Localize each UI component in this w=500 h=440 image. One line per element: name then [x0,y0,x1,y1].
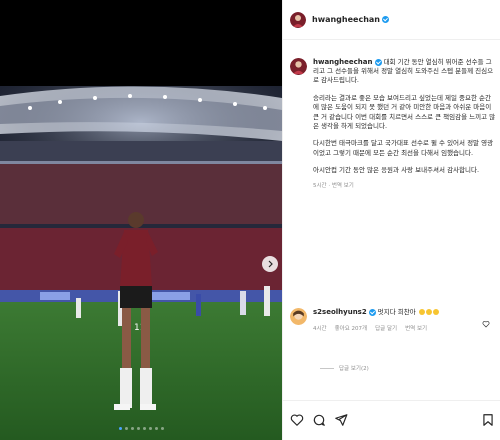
slide-dot [136,427,140,430]
verified-icon [374,58,382,66]
comment-time: 4시간 [313,326,327,332]
comment-icon[interactable] [312,413,326,427]
next-slide-button[interactable] [262,256,278,272]
slide-dot [118,427,122,430]
caption-paragraph-4: 아시안컵 기간 동안 많은 응원과 사랑 보내주셔서 감사합니다. [313,166,480,175]
post-header: hwangheechan [283,0,500,40]
slide-dot [160,427,164,430]
verified-icon [368,308,376,316]
view-replies-button[interactable]: 답글 보기(2) [320,364,369,372]
slide-dot [148,427,152,430]
clap-emoji-icon [432,309,439,315]
caption-paragraph-2: 승리라는 결과로 좋은 모습 보여드리고 싶었는데 제일 중요한 순간에 많은 … [313,94,496,130]
header-username[interactable]: hwangheechan [312,15,380,24]
comment-item: s2seolhyuns2 멋지다 희찬아 4시간 좋아요 207개 답글 달기 … [290,308,496,334]
slide-indicator [0,427,282,430]
caption-username[interactable]: hwangheechan [313,58,373,66]
comment-username[interactable]: s2seolhyuns2 [313,308,367,316]
clap-emoji-icon [425,309,432,315]
bookmark-icon[interactable] [481,413,495,427]
caption-paragraph-3: 다시한번 태극마크를 달고 국가대표 선수로 뛸 수 있어서 정말 영광이었고 … [313,139,494,157]
comment-text: 멋지다 희찬아 [377,308,416,316]
chevron-right-icon [268,260,273,268]
avatar[interactable] [290,308,307,325]
comment-likes[interactable]: 좋아요 207개 [335,325,368,334]
view-replies-label: 답글 보기(2) [339,366,369,372]
post-media: 11 [0,0,282,440]
reply-link[interactable]: 답글 달기 [375,325,397,334]
share-icon[interactable] [334,413,348,427]
slide-dot [130,427,134,430]
caption-meta: 5시간 · 번역 보기 [313,183,354,190]
avatar[interactable] [290,58,307,75]
post-side-panel: hwangheechan hwangheechan 대회 기간 동안 열심히 뛰… [282,0,500,440]
heart-icon[interactable] [482,320,490,328]
slide-dot [154,427,158,430]
heart-icon[interactable] [290,413,304,427]
post-photo: 11 [0,86,282,440]
action-bar [283,400,500,440]
clap-emoji-icon [418,309,425,315]
verified-icon [381,16,389,23]
post-caption: hwangheechan 대회 기간 동안 열심히 뛰어준 선수들 그리고 그 … [290,58,496,191]
slide-dot [142,427,146,430]
avatar[interactable] [290,11,306,28]
translate-link[interactable]: 번역 보기 [405,325,427,334]
comment-body: s2seolhyuns2 멋지다 희찬아 4시간 좋아요 207개 답글 달기 … [313,308,483,334]
caption-body: hwangheechan 대회 기간 동안 열심히 뛰어준 선수들 그리고 그 … [313,58,496,191]
replies-divider [320,367,334,369]
slide-dot [124,427,128,430]
